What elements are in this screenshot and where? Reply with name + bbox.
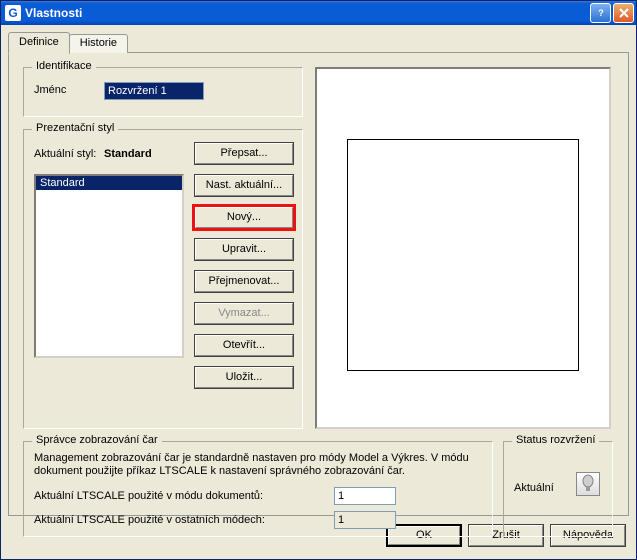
question-icon: ? bbox=[596, 8, 606, 18]
btn-prejmenovat[interactable]: Přejmenovat... bbox=[194, 270, 294, 293]
tab-strip: Definice Historie bbox=[8, 32, 127, 53]
tab-definice[interactable]: Definice bbox=[8, 32, 70, 54]
text-linemgr-desc: Management zobrazování čar je standardně… bbox=[34, 452, 482, 478]
close-titlebar-button[interactable] bbox=[613, 3, 634, 23]
input-ltscale-doc[interactable] bbox=[334, 487, 396, 505]
preview-pane bbox=[315, 67, 611, 429]
client-area: Definice Historie Identifikace Jménc Pre… bbox=[1, 25, 636, 559]
group-title-linemgr: Správce zobrazování čar bbox=[32, 434, 162, 446]
title-bar: G Vlastnosti ? bbox=[1, 1, 636, 25]
bulb-icon bbox=[576, 472, 600, 496]
group-title-prezentacni: Prezentační styl bbox=[32, 122, 118, 134]
listbox-styles[interactable]: Standard bbox=[34, 174, 184, 358]
btn-novy[interactable]: Nový... bbox=[194, 206, 294, 229]
tab-panel: Identifikace Jménc Prezentační styl Aktu… bbox=[8, 52, 629, 516]
label-ltscale-other: Aktuální LTSCALE použité v ostatních mód… bbox=[34, 514, 265, 526]
window-title: Vlastnosti bbox=[25, 6, 588, 20]
group-spravce-car: Správce zobrazování čar Management zobra… bbox=[23, 441, 493, 537]
group-title-identifikace: Identifikace bbox=[32, 60, 96, 72]
group-status: Status rozvržení Aktuální bbox=[503, 441, 613, 537]
dialog-window: G Vlastnosti ? Definice Historie Identif… bbox=[0, 0, 637, 560]
btn-ulozit[interactable]: Uložit... bbox=[194, 366, 294, 389]
label-status-current: Aktuální bbox=[514, 482, 554, 494]
btn-nast-aktualni[interactable]: Nast. aktuální... bbox=[194, 174, 294, 197]
group-title-status: Status rozvržení bbox=[512, 434, 599, 446]
btn-prepsat[interactable]: Přepsat... bbox=[194, 142, 294, 165]
list-item-standard[interactable]: Standard bbox=[36, 176, 182, 190]
svg-text:?: ? bbox=[598, 8, 604, 18]
close-icon bbox=[619, 8, 629, 18]
label-current-style: Aktuální styl: bbox=[34, 148, 96, 160]
label-name: Jménc bbox=[34, 84, 66, 96]
value-current-style: Standard bbox=[104, 148, 152, 160]
btn-vymazat: Vymazat... bbox=[194, 302, 294, 325]
help-titlebar-button[interactable]: ? bbox=[590, 3, 611, 23]
group-prezentacni-styl: Prezentační styl Aktuální styl: Standard… bbox=[23, 129, 303, 429]
group-identifikace: Identifikace Jménc bbox=[23, 67, 303, 117]
preview-box bbox=[347, 139, 579, 371]
btn-otevrit[interactable]: Otevřít... bbox=[194, 334, 294, 357]
label-ltscale-doc: Aktuální LTSCALE použité v módu dokument… bbox=[34, 490, 263, 502]
input-ltscale-other bbox=[334, 511, 396, 529]
app-icon: G bbox=[5, 5, 21, 21]
btn-upravit[interactable]: Upravit... bbox=[194, 238, 294, 261]
tab-historie[interactable]: Historie bbox=[69, 34, 128, 53]
input-name[interactable] bbox=[104, 82, 204, 100]
